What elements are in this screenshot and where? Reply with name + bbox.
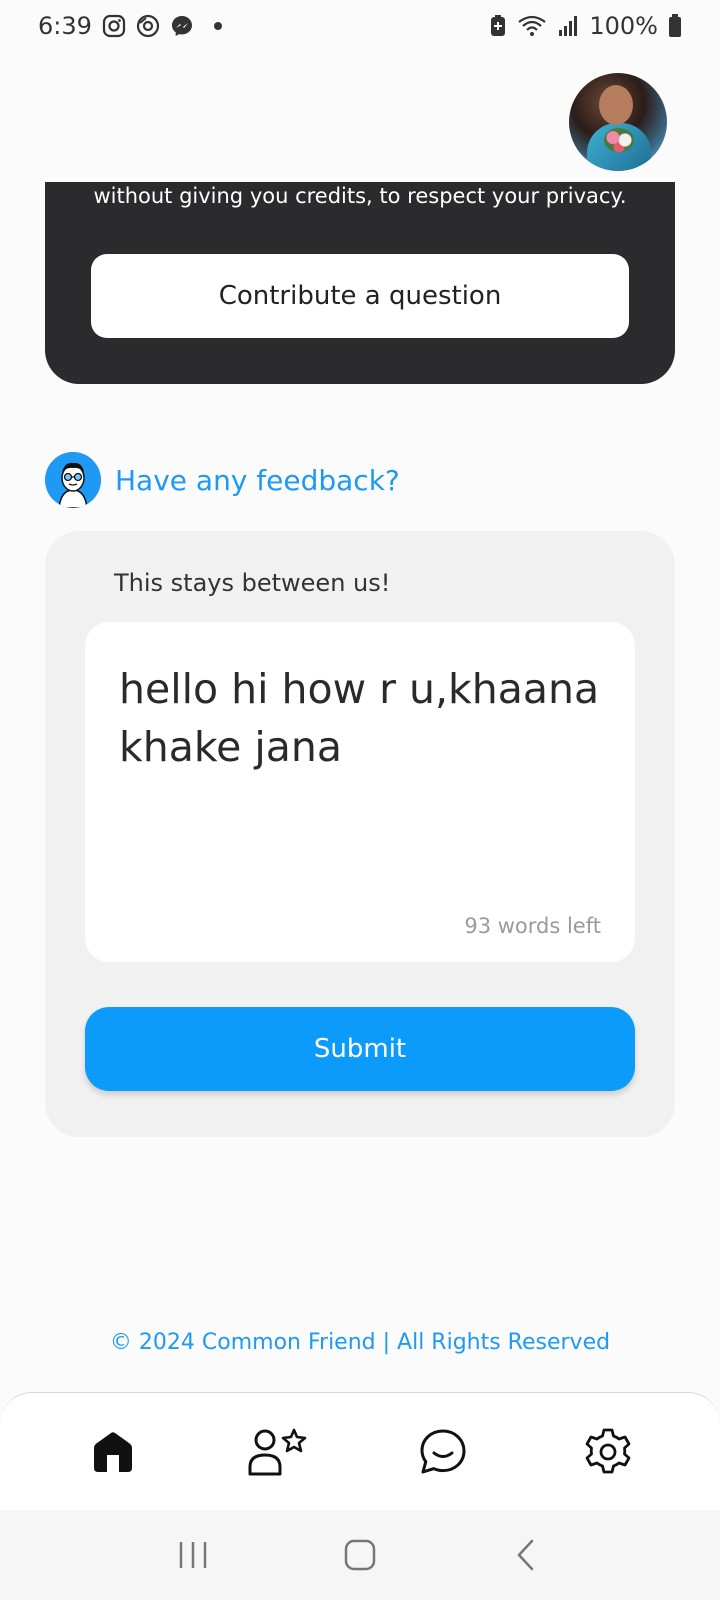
nav-home[interactable]: [68, 1407, 158, 1497]
avatar-face: [599, 85, 633, 125]
status-left: 6:39: [38, 12, 222, 40]
status-right: 100%: [489, 12, 682, 40]
user-star-icon: [248, 1428, 306, 1475]
contribute-card-text: without giving you credits, to respect y…: [93, 184, 627, 208]
feedback-title[interactable]: Have any feedback?: [115, 464, 400, 497]
nav-friends[interactable]: [233, 1407, 323, 1497]
recent-apps-icon: [180, 1542, 207, 1568]
instagram-icon: [102, 14, 126, 38]
system-home-button[interactable]: [330, 1525, 390, 1585]
recent-apps-button[interactable]: [163, 1525, 223, 1585]
nav-settings[interactable]: [563, 1407, 653, 1497]
camera-app-icon: [136, 14, 160, 38]
system-nav-bar: [0, 1510, 720, 1600]
home-icon: [93, 1431, 132, 1472]
feedback-header: Have any feedback?: [45, 452, 400, 508]
battery-icon: [668, 14, 682, 38]
profile-avatar[interactable]: [569, 73, 667, 171]
battery-saver-icon: [489, 14, 507, 38]
chat-icon: [420, 1429, 465, 1473]
feedback-card: This stays between us! hello hi how r u,…: [45, 531, 675, 1137]
contribute-card: without giving you credits, to respect y…: [45, 182, 675, 384]
wifi-icon: [517, 14, 547, 38]
home-circle-icon: [344, 1539, 376, 1571]
contribute-question-button[interactable]: Contribute a question: [91, 254, 629, 338]
notification-dot: [213, 22, 222, 30]
feedback-subtitle: This stays between us!: [114, 569, 391, 597]
battery-percent: 100%: [589, 12, 658, 40]
gear-icon: [585, 1428, 630, 1473]
feedback-textarea[interactable]: hello hi how r u,khaana khake jana 93 wo…: [85, 622, 635, 962]
copyright-text: © 2024 Common Friend | All Rights Reserv…: [109, 1330, 611, 1355]
status-bar: 6:39 100%: [0, 0, 720, 52]
feedback-avatar-icon: [45, 452, 101, 508]
nav-chat[interactable]: [398, 1407, 488, 1497]
status-time: 6:39: [38, 12, 92, 40]
messenger-icon: [170, 14, 194, 38]
back-button[interactable]: [497, 1525, 557, 1585]
words-left-counter: 93 words left: [464, 914, 601, 938]
bottom-nav: [0, 1392, 720, 1510]
submit-button[interactable]: Submit: [85, 1007, 635, 1091]
avatar-flowers: [604, 128, 634, 152]
feedback-input-text[interactable]: hello hi how r u,khaana khake jana: [119, 660, 609, 776]
signal-icon: [557, 14, 579, 38]
back-icon: [517, 1539, 533, 1571]
